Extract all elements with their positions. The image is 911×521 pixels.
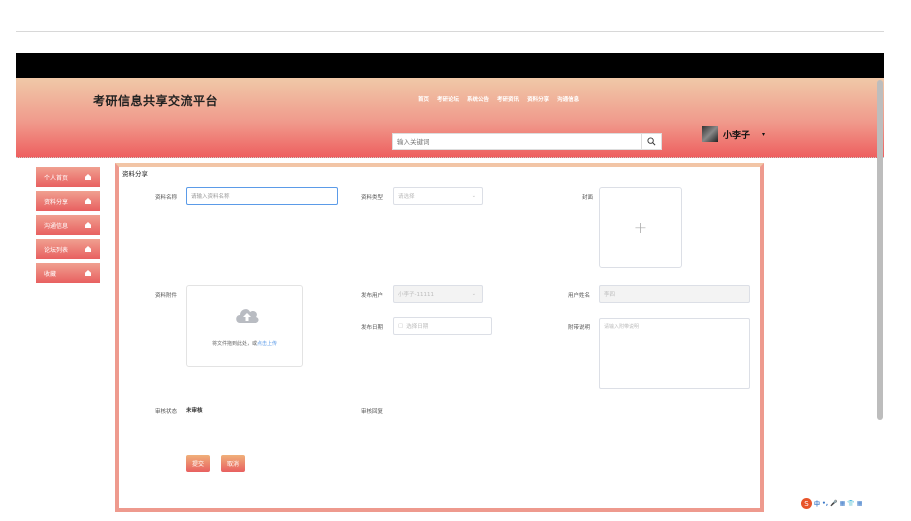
username-label: 用户姓名: [568, 293, 591, 299]
publisher-select: 小李子-11111 ⌄: [393, 285, 483, 303]
reply-label: 审核回复: [361, 409, 384, 415]
sidebar: 个人首页 资料分享 沟通信息 论坛列表 收藏: [36, 167, 100, 287]
search-button[interactable]: [641, 134, 661, 149]
search-box: [392, 133, 662, 150]
header-divider: [16, 157, 884, 159]
sidebar-item-forum-list[interactable]: 论坛列表: [36, 239, 100, 259]
microphone-icon[interactable]: 🎤: [830, 500, 837, 507]
cancel-button[interactable]: 取消: [221, 455, 246, 472]
home-icon: [85, 174, 91, 180]
type-label: 资料类型: [361, 195, 384, 201]
name-label: 资料名称: [155, 195, 178, 201]
home-icon: [85, 222, 91, 228]
black-banner: [16, 53, 884, 78]
cover-label: 封面: [582, 195, 594, 201]
cloud-upload-icon: [236, 309, 259, 323]
nav-material-share[interactable]: 资料分享: [527, 95, 549, 103]
submit-button[interactable]: 提交: [186, 455, 211, 472]
name-input[interactable]: 请输入资料名称: [186, 187, 338, 205]
date-label: 发布日期: [361, 325, 384, 331]
panel-title: 资料分享: [122, 170, 148, 178]
publisher-value: 小李子-11111: [398, 292, 434, 298]
note-label: 附带说明: [568, 325, 591, 331]
chevron-down-icon: ⌄: [471, 291, 476, 297]
search-input[interactable]: [393, 134, 641, 149]
type-select[interactable]: 请选择 ⌄: [393, 187, 483, 205]
ime-punctuation-icon[interactable]: •,: [822, 500, 828, 507]
sidebar-item-favorites[interactable]: 收藏: [36, 263, 100, 283]
nav-home[interactable]: 首页: [418, 95, 429, 103]
type-placeholder: 请选择: [398, 194, 415, 200]
attachment-label: 资料附件: [155, 293, 178, 299]
status-label: 审核状态: [155, 409, 178, 415]
cover-upload[interactable]: +: [599, 187, 682, 268]
calendar-icon: ▢: [398, 323, 404, 329]
user-menu-caret-icon[interactable]: ▾: [762, 131, 765, 138]
sidebar-item-profile[interactable]: 个人首页: [36, 167, 100, 187]
status-value: 未审核: [186, 408, 203, 414]
ime-toolbar: S 中 •, 🎤 ▦ 👕 ▦: [801, 498, 862, 509]
ime-chinese-mode[interactable]: 中: [814, 499, 820, 508]
site-title: 考研信息共享交流平台: [93, 94, 219, 108]
home-icon: [85, 270, 91, 276]
home-icon: [85, 198, 91, 204]
note-placeholder: 请输入附带说明: [604, 324, 640, 330]
note-textarea[interactable]: 请输入附带说明: [599, 318, 750, 389]
top-divider: [16, 31, 884, 32]
sogou-logo-icon[interactable]: S: [801, 498, 812, 509]
date-picker[interactable]: ▢ 选择日期: [393, 317, 492, 335]
upload-hint: 将文件拖到此处，或点击上传: [187, 340, 302, 347]
nav-announcement[interactable]: 系统公告: [467, 95, 489, 103]
sidebar-item-label: 个人首页: [44, 174, 69, 182]
username-value: 李四: [604, 292, 616, 298]
skin-icon[interactable]: 👕: [847, 500, 854, 507]
plus-icon: +: [633, 218, 648, 237]
nav-forum[interactable]: 考研论坛: [437, 95, 459, 103]
sidebar-item-label: 资料分享: [44, 198, 69, 206]
attachment-dropzone[interactable]: 将文件拖到此处，或点击上传: [186, 285, 303, 367]
keyboard-icon[interactable]: ▦: [840, 500, 846, 507]
publisher-label: 发布用户: [361, 293, 384, 299]
search-icon: [647, 137, 656, 146]
sidebar-item-label: 论坛列表: [44, 246, 69, 254]
upload-hint-text: 将文件拖到此处，或: [211, 341, 257, 347]
upload-link[interactable]: 点击上传: [257, 341, 277, 347]
chevron-down-icon: ⌄: [471, 193, 476, 199]
toolbox-icon[interactable]: ▦: [857, 500, 863, 507]
nav-messages[interactable]: 沟通信息: [557, 95, 579, 103]
home-icon: [85, 246, 91, 252]
avatar[interactable]: [702, 126, 718, 142]
main-nav: 首页 考研论坛 系统公告 考研资讯 资料分享 沟通信息: [418, 95, 579, 103]
username[interactable]: 小李子: [723, 128, 750, 141]
name-placeholder: 请输入资料名称: [191, 194, 230, 200]
nav-news[interactable]: 考研资讯: [497, 95, 519, 103]
page-scrollbar[interactable]: [877, 80, 883, 420]
sidebar-item-messages[interactable]: 沟通信息: [36, 215, 100, 235]
username-field: 李四: [599, 285, 750, 303]
date-placeholder: 选择日期: [406, 324, 429, 330]
sidebar-item-label: 收藏: [44, 270, 57, 278]
sidebar-item-label: 沟通信息: [44, 222, 69, 230]
sidebar-item-material-share[interactable]: 资料分享: [36, 191, 100, 211]
